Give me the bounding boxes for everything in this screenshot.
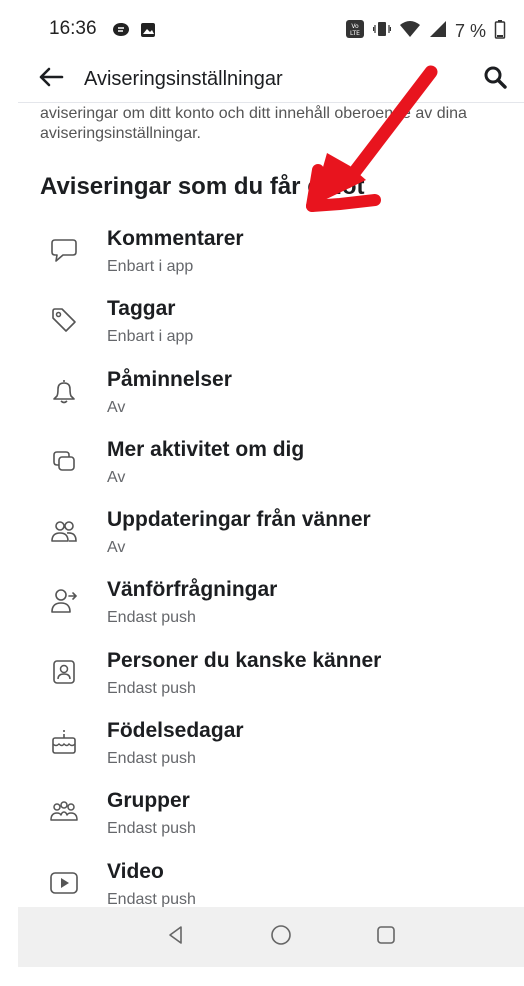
setting-label: Personer du kanske känner [107,648,382,672]
setting-status: Endast push [107,820,196,838]
contact-card-icon [48,656,80,688]
setting-item-more-activity[interactable]: Mer aktivitet om dig Av [18,435,524,505]
setting-item-friend-updates[interactable]: Uppdateringar från vänner Av [18,505,524,575]
search-icon [483,65,507,94]
setting-status: Av [107,398,126,416]
settings-list: Kommentarer Enbart i app Taggar Enbart i… [18,224,524,927]
setting-label: Kommentarer [107,227,244,250]
bubble-icon [112,22,130,43]
wifi-icon [399,20,421,43]
status-right-icons: Vo LTE 7 % [345,19,506,44]
volte-icon: Vo LTE [345,19,365,44]
nav-recents-button[interactable] [371,922,401,952]
back-button[interactable] [36,64,66,94]
setting-item-comments[interactable]: Kommentarer Enbart i app [18,224,524,294]
setting-label: Grupper [107,789,190,813]
status-left-icons [112,22,156,43]
setting-status: Av [107,539,126,557]
battery-icon [494,19,506,44]
nav-home-button[interactable] [266,922,296,952]
setting-item-groups[interactable]: Grupper Endast push [18,786,524,856]
setting-item-tags[interactable]: Taggar Enbart i app [18,294,524,364]
page-title: Aviseringsinställningar [84,68,283,90]
arrow-left-icon [38,66,64,93]
setting-status: Enbart i app [107,328,194,346]
setting-item-people-you-may-know[interactable]: Personer du kanske känner Endast push [18,646,524,716]
square-recents-icon [375,924,397,951]
setting-item-friend-requests[interactable]: Vänförfrågningar Endast push [18,575,524,645]
bell-icon [48,375,80,407]
intro-text: aviseringar om ditt konto och ditt inneh… [40,105,467,142]
setting-status: Endast push [107,679,196,697]
status-bar: 16:36 Vo LTE 7 % [18,0,524,58]
friend-request-icon [48,585,80,617]
triangle-back-icon [166,925,186,950]
image-icon [140,22,156,43]
signal-icon [429,20,447,43]
nav-back-button[interactable] [161,922,191,952]
phone-screen: 16:36 Vo LTE 7 % Aviseringsinställningar… [18,0,524,986]
tag-icon [48,304,80,336]
android-nav-bar [18,907,524,967]
setting-label: Påminnelser [107,367,232,391]
app-bar: Aviseringsinställningar [18,58,524,103]
setting-label: Uppdateringar från vänner [107,508,371,532]
vibrate-icon [372,20,392,43]
setting-label: Taggar [107,297,176,321]
setting-item-birthdays[interactable]: Födelsedagar Endast push [18,716,524,786]
groups-icon [48,796,80,828]
video-play-icon [48,867,80,899]
battery-text: 7 % [454,21,486,41]
search-button[interactable] [480,64,510,94]
svg-text:Vo: Vo [351,23,359,30]
setting-status: Endast push [107,750,196,768]
status-time: 16:36 [49,18,97,39]
friends-icon [48,515,80,547]
stacked-squares-icon [48,445,80,477]
comment-icon [48,234,80,266]
section-title: Aviseringar som du får emot [40,173,365,200]
setting-label: Vänförfrågningar [107,578,278,602]
svg-text:LTE: LTE [350,30,360,37]
circle-home-icon [270,924,292,951]
setting-status: Endast push [107,609,196,627]
setting-label: Video [107,859,164,883]
setting-label: Födelsedagar [107,719,244,743]
setting-status: Enbart i app [107,258,194,275]
setting-status: Endast push [107,890,196,908]
cake-icon [48,726,80,758]
setting-status: Av [107,468,126,486]
setting-item-reminders[interactable]: Påminnelser Av [18,365,524,435]
setting-label: Mer aktivitet om dig [107,437,305,461]
